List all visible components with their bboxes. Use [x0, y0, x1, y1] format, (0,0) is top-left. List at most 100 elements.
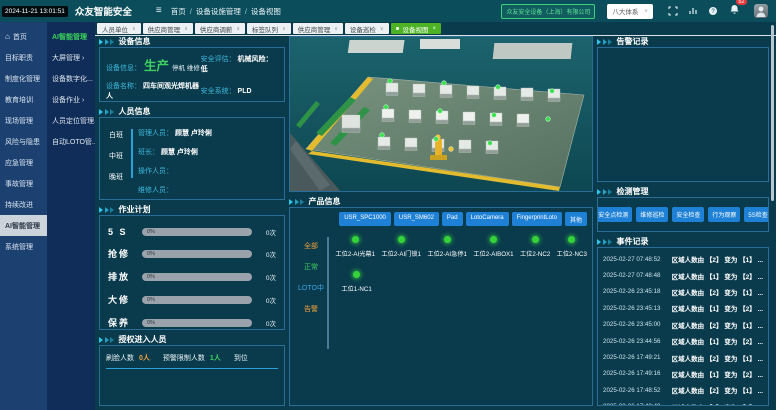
event-row[interactable]: 2025-02-26 23:44:56区域人数由 【1】 变为 【2】 ... [603, 333, 763, 349]
device-card[interactable]: 工位2-AIBOX1 [473, 236, 513, 258]
panel-arrows-icon [597, 239, 601, 245]
device-card[interactable]: 工位1-NC1 [342, 271, 372, 293]
menu-collapse-icon[interactable]: ≡ [156, 6, 162, 16]
user-avatar[interactable] [754, 4, 768, 18]
device-card[interactable]: 工位2-AI光幕1 [336, 236, 376, 258]
tab-equipment-inspect[interactable]: 设备巡检 [345, 23, 389, 34]
event-row[interactable]: 2025-02-26 23:45:13区域人数由 【1】 变为 【2】 ... [603, 300, 763, 316]
submenu-item-loto[interactable]: 自动LOTO管... [47, 131, 95, 152]
device-name: 设备名称： 四车间观光焊机器人 [106, 81, 201, 101]
tab-equipment-view[interactable]: 设备视图 [391, 23, 442, 34]
btn-safety-inspect[interactable]: 安全检查 [672, 207, 704, 222]
bell-icon [729, 4, 740, 15]
plan-row-maintain: 保养0%0次 [108, 316, 276, 329]
tab-supplier-mgmt-2[interactable]: 供应商管理 [293, 23, 343, 34]
btn-others[interactable]: 其他 [565, 212, 587, 226]
main-sidebar: ⌂首页 目标职责 制度化管理 教育培训 现场管理 风险与隐患 应急管理 事故管理… [0, 22, 47, 410]
event-row[interactable]: 2025-02-26 17:49:16区域人数由 【1】 变为 【2】 ... [603, 366, 763, 382]
chevron-down-icon [334, 25, 338, 32]
signal-icon[interactable] [687, 6, 698, 17]
in-position-label[interactable]: 到位 [234, 353, 248, 363]
progress-bar: 0% [142, 319, 252, 327]
status-dot-icon [490, 236, 497, 243]
tab-supplier-adjust[interactable]: 供应商调薪 [195, 23, 245, 34]
sidebar-item-emergency[interactable]: 应急管理 [0, 152, 47, 173]
tab-supplier-mgmt-1[interactable]: 供应商管理 [143, 23, 193, 34]
breadcrumb-home[interactable]: 首页 [171, 6, 186, 17]
filter-alarm[interactable]: 告警 [295, 304, 327, 314]
sidebar-item-home[interactable]: ⌂首页 [0, 26, 47, 47]
home-icon: ⌂ [5, 32, 10, 41]
breadcrumb-equipment-view[interactable]: 设备视图 [241, 6, 281, 17]
tab-tag-queue[interactable]: 标签队列 [247, 23, 291, 34]
tab-strip: 人员单位 供应商管理 供应商调薪 标签队列 供应商管理 设备巡检 设备视图 [97, 23, 441, 34]
vertical-scrollbar[interactable] [771, 25, 774, 201]
device-info-panel: 设备信息 设备信息：生产停机 维修 安全评估： 机械风险： 低 设备名称： 四车… [99, 36, 285, 102]
sidebar-item-system[interactable]: 系统管理 [0, 236, 47, 257]
btn-usr-sm602[interactable]: USR_SM602 [394, 212, 439, 226]
fullscreen-icon[interactable] [667, 6, 678, 17]
btn-behavior-observe[interactable]: 行为观察 [708, 207, 740, 222]
device-card[interactable]: 工位2-AI急停1 [427, 236, 467, 258]
active-dot-icon [396, 27, 399, 30]
btn-usr-spc1000[interactable]: USR_SPC1000 [339, 212, 391, 226]
sidebar-item-goals[interactable]: 目标职责 [0, 47, 47, 68]
notifications-bell[interactable]: 52 [729, 2, 740, 20]
submenu-item-ai-mgmt[interactable]: AI智能管理 [47, 26, 95, 47]
sidebar-item-site-mgmt[interactable]: 现场管理 [0, 110, 47, 131]
event-row[interactable]: 2025-02-26 23:45:00区域人数由 【2】 变为 【1】 ... [603, 317, 763, 333]
device-card[interactable]: 工位2-AI门锁1 [381, 236, 421, 258]
event-row[interactable]: 2025-02-27 07:48:52区域人数由 【2】 变为 【1】 ... [603, 251, 763, 267]
submenu-item-digitalization[interactable]: 设备数字化... [47, 68, 95, 89]
device-safety-system: 安全系统： PLD [201, 86, 278, 96]
status-production: 生产 [144, 59, 169, 73]
event-row[interactable]: 2025-02-26 17:48:52区域人数由 【2】 变为 【1】 ... [603, 382, 763, 398]
shift-night[interactable]: 晚班 [104, 172, 128, 182]
submenu-item-operations[interactable]: 设备作业 › [47, 89, 95, 110]
btn-loto-camera[interactable]: LotoCamera [466, 212, 509, 226]
btn-fingerprint-loto[interactable]: FingerprintLoto [512, 212, 562, 226]
sidebar-item-risk[interactable]: 风险与隐患 [0, 131, 47, 152]
sidebar-item-training[interactable]: 教育培训 [0, 89, 47, 110]
panel-title: 检测管理 [617, 186, 649, 197]
close-icon[interactable] [433, 25, 437, 32]
breadcrumb-equipment-mgmt[interactable]: 设备设施管理 [186, 6, 241, 17]
factory-3d-view[interactable] [289, 36, 593, 192]
system-select[interactable]: 八大体系 ∨ [607, 4, 653, 19]
panel-title: 产品信息 [309, 196, 341, 207]
notification-count-badge: 52 [736, 0, 747, 5]
status-dot-icon [352, 236, 359, 243]
filter-normal[interactable]: 正常 [295, 262, 327, 272]
event-row[interactable]: 2025-02-26 17:49:21区域人数由 【2】 变为 【1】 ... [603, 349, 763, 365]
chevron-down-icon: ∨ [644, 8, 648, 14]
sidebar-item-institutional[interactable]: 制度化管理 [0, 68, 47, 89]
help-icon[interactable]: ? [707, 6, 718, 17]
sidebar-item-ai-mgmt[interactable]: AI智能管理 [0, 215, 47, 236]
plan-row-5s: 5 S0%0次 [108, 227, 276, 237]
btn-pad[interactable]: Pad [442, 212, 463, 226]
btn-safety-point-check[interactable]: 安全点检测 [597, 207, 632, 222]
event-row[interactable]: 2025-02-26 23:45:18区域人数由 【2】 变为 【1】 ... [603, 284, 763, 300]
panel-arrows-icon [597, 189, 601, 195]
filter-loto[interactable]: LOTO中 [295, 283, 327, 293]
company-badge: 众友安全设备（上海）有限公司 [501, 4, 595, 19]
sidebar-item-accident[interactable]: 事故管理 [0, 173, 47, 194]
device-card[interactable]: 工位2-NC3 [557, 236, 587, 258]
submenu-item-positioning[interactable]: 人员定位管理... [47, 110, 95, 131]
tab-personnel-unit[interactable]: 人员单位 [97, 23, 141, 34]
progress-bar: 0% [142, 296, 252, 304]
shift-middle[interactable]: 中班 [104, 151, 128, 161]
device-card[interactable]: 工位2-NC2 [520, 236, 550, 258]
event-row[interactable]: 2025-02-26 17:48:48区域人数由 【1】 变为 【2】 ... [603, 399, 763, 406]
submenu-item-dashboard[interactable]: 大屏管理 › [47, 47, 95, 68]
filter-all[interactable]: 全部 [295, 241, 327, 251]
progress-bar: 0% [142, 250, 252, 258]
btn-5s-inspect[interactable]: 5S检查 [744, 207, 769, 222]
event-row[interactable]: 2025-02-27 07:48:48区域人数由 【1】 变为 【2】 ... [603, 267, 763, 283]
panel-title: 作业计划 [119, 204, 151, 215]
btn-maintenance-patrol[interactable]: 维修巡检 [636, 207, 668, 222]
panel-title: 告警记录 [617, 36, 649, 47]
shift-day[interactable]: 白班 [104, 130, 128, 140]
sidebar-item-improvement[interactable]: 持续改进 [0, 194, 47, 215]
progress-bar: 0% [142, 228, 252, 236]
